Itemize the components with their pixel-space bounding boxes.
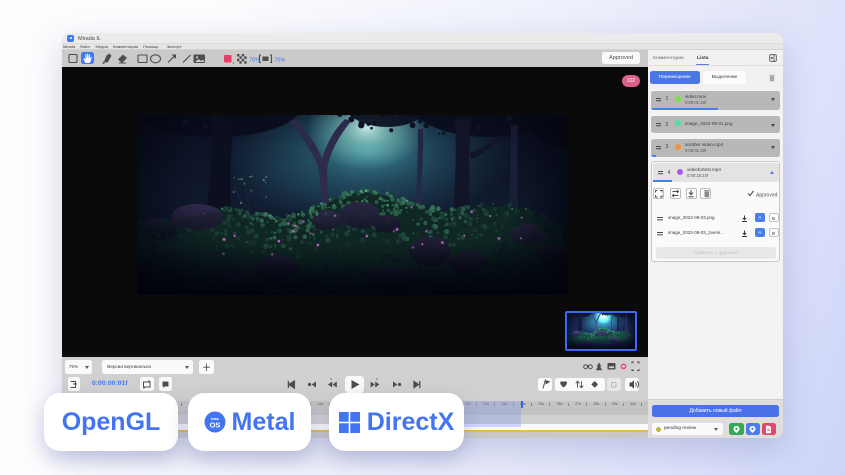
svg-text:Approved: Approved: [756, 193, 778, 199]
svg-text:75%: 75%: [275, 57, 286, 63]
svg-text:OS: OS: [209, 421, 220, 430]
svg-text:75%: 75%: [249, 57, 260, 63]
